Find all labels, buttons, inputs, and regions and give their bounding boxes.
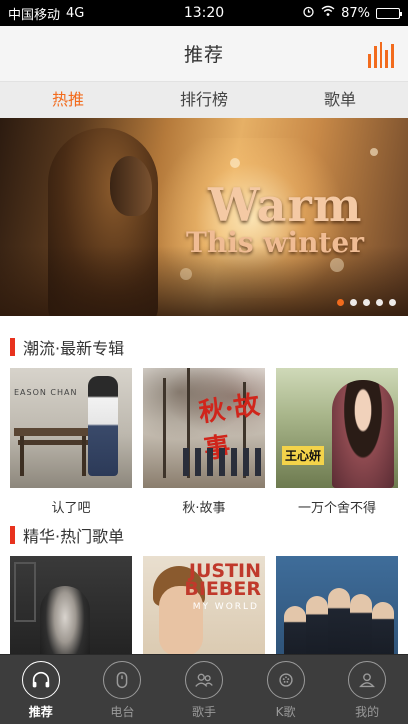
- banner-subheadline: This winter: [186, 226, 364, 259]
- album-grid: EASON CHAN 认了吧 秋·故事 秋·故事 王心妍 一万个舍不得: [10, 368, 398, 516]
- section-marker: [10, 338, 15, 356]
- album-card[interactable]: 王心妍 一万个舍不得: [276, 368, 398, 516]
- karaoke-icon: [266, 661, 305, 699]
- radio-icon: [103, 661, 142, 699]
- banner-pagination: [337, 299, 396, 306]
- section-title: 潮流·最新专辑: [23, 339, 125, 358]
- album-title: 认了吧: [51, 501, 91, 516]
- pagination-dot[interactable]: [363, 299, 370, 306]
- nav-bar: 推荐: [0, 26, 408, 82]
- pagination-dot[interactable]: [337, 299, 344, 306]
- album-title: 秋·故事: [182, 501, 226, 516]
- bottom-tab-label: 电台: [110, 705, 135, 719]
- bottom-tab-singers[interactable]: 歌手: [163, 655, 245, 724]
- banner-headline: Warm: [208, 178, 363, 232]
- banner[interactable]: Warm This winter: [0, 118, 408, 316]
- pagination-dot[interactable]: [389, 299, 396, 306]
- section-title: 精华·热门歌单: [23, 527, 125, 546]
- tab-charts[interactable]: 排行榜: [136, 82, 272, 118]
- battery-icon: [376, 7, 402, 19]
- album-card[interactable]: 秋·故事 秋·故事: [143, 368, 265, 516]
- page-title: 推荐: [183, 44, 224, 66]
- bottom-tab-karaoke[interactable]: K歌: [245, 655, 327, 724]
- bottom-tab-label: 歌手: [191, 705, 216, 719]
- status-time: 13:20: [183, 5, 225, 21]
- bottom-tab-bar: 推荐 电台 歌手 K歌 我的: [0, 654, 408, 724]
- section-header-playlists: 精华·热门歌单: [10, 524, 124, 546]
- headphones-icon: [21, 661, 60, 699]
- singers-icon: [184, 661, 223, 699]
- top-tabs: 热推 排行榜 歌单: [0, 82, 408, 118]
- bottom-tab-label: 我的: [355, 705, 380, 719]
- equalizer-icon[interactable]: [368, 42, 394, 68]
- section-marker: [10, 526, 15, 544]
- bottom-tab-radio[interactable]: 电台: [82, 655, 164, 724]
- bottom-tab-label: K歌: [275, 705, 296, 719]
- profile-icon: [348, 661, 387, 699]
- tab-playlists[interactable]: 歌单: [272, 82, 408, 118]
- pagination-dot[interactable]: [376, 299, 383, 306]
- status-bar: 中国移动 4G 13:20 87%: [0, 0, 408, 26]
- pagination-dot[interactable]: [350, 299, 357, 306]
- album-cover[interactable]: 秋·故事: [143, 368, 265, 488]
- album-cover[interactable]: EASON CHAN: [10, 368, 132, 488]
- tab-hot[interactable]: 热推: [0, 82, 136, 118]
- album-title: 一万个舍不得: [297, 501, 376, 516]
- section-header-albums: 潮流·最新专辑: [10, 336, 124, 358]
- album-card[interactable]: EASON CHAN 认了吧: [10, 368, 132, 516]
- bottom-tab-label: 推荐: [28, 705, 53, 719]
- bottom-tab-recommend[interactable]: 推荐: [0, 655, 82, 724]
- bottom-tab-mine[interactable]: 我的: [326, 655, 408, 724]
- album-cover[interactable]: 王心妍: [276, 368, 398, 488]
